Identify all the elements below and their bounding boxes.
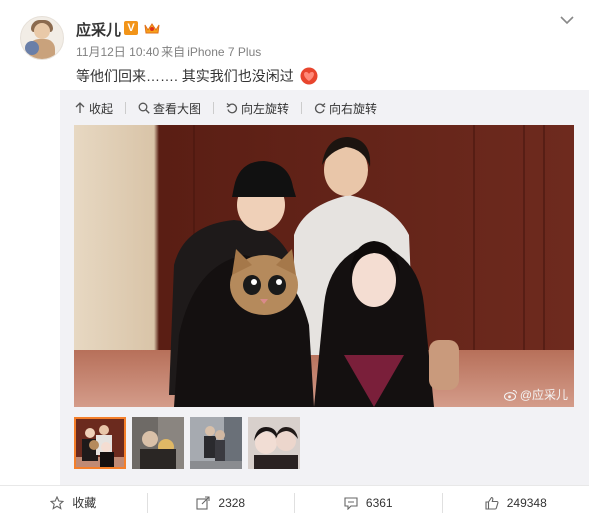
photo-image [74, 125, 574, 407]
collapse-button[interactable]: 收起 [74, 100, 113, 116]
rotate-right-button[interactable]: 向右旋转 [314, 100, 377, 116]
crown-icon [144, 23, 160, 34]
thumbnail-2[interactable] [132, 417, 184, 469]
comment-icon [344, 496, 358, 510]
repost-icon [196, 495, 210, 510]
post-date[interactable]: 11月12日 10:40 [76, 45, 159, 59]
post-photo[interactable]: @应采儿 [74, 125, 574, 407]
thumbnail-4[interactable] [248, 417, 300, 469]
media-toolbar: 收起 查看大图 向左旋转 向右旋转 [74, 100, 391, 116]
post-source[interactable]: iPhone 7 Plus [187, 45, 261, 59]
repost-button[interactable]: 2328 [148, 486, 295, 519]
heart-emoji-icon [300, 67, 318, 85]
favorite-button[interactable]: 收藏 [0, 486, 147, 519]
media-panel: 收起 查看大图 向左旋转 向右旋转 @应采儿 [60, 90, 589, 485]
thumbnail-3[interactable] [190, 417, 242, 469]
weibo-post-card: 应采儿 V 11月12日 10:40 来自 iPhone 7 Plus 等他们回来…… [0, 0, 589, 519]
magnifier-icon [138, 102, 150, 114]
thumbnail-strip [74, 417, 306, 469]
thumbnail-1[interactable] [74, 417, 126, 469]
thumbs-up-icon [485, 496, 499, 510]
avatar[interactable] [20, 16, 64, 60]
like-button[interactable]: 249348 [443, 486, 589, 519]
collapse-icon [75, 102, 85, 113]
star-icon [50, 495, 65, 510]
chevron-down-icon[interactable] [559, 14, 575, 26]
post-text: 等他们回来……. 其实我们也没闲过 [76, 66, 319, 86]
verified-badge-icon: V [124, 21, 138, 35]
weibo-logo-icon [503, 389, 517, 401]
username[interactable]: 应采儿 [76, 19, 121, 40]
photo-watermark: @应采儿 [503, 386, 568, 403]
rotate-left-icon [226, 103, 238, 114]
view-large-button[interactable]: 查看大图 [138, 100, 201, 116]
source-prefix: 来自 [161, 45, 186, 59]
rotate-right-icon [314, 103, 326, 114]
post-meta: 11月12日 10:40 来自 iPhone 7 Plus [76, 43, 263, 60]
action-bar: 收藏 2328 6361 249348 [0, 485, 589, 519]
post-text-content: 等他们回来……. 其实我们也没闲过 [76, 68, 294, 84]
comment-button[interactable]: 6361 [295, 486, 442, 519]
rotate-left-button[interactable]: 向左旋转 [226, 100, 289, 116]
